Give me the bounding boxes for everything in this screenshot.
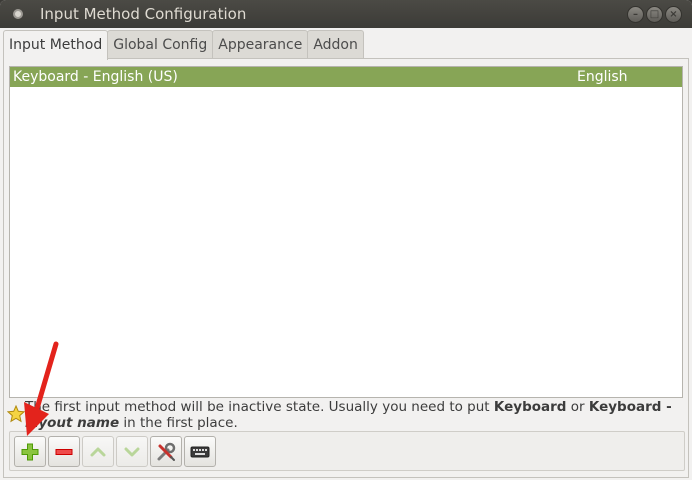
maximize-button[interactable]: □ xyxy=(646,6,663,23)
list-item[interactable]: Keyboard - English (US) English xyxy=(10,67,682,87)
window-title: Input Method Configuration xyxy=(40,5,247,23)
star-icon xyxy=(7,405,25,423)
tab-appearance[interactable]: Appearance xyxy=(212,30,309,59)
chevron-up-icon xyxy=(90,447,106,457)
input-method-list[interactable]: Keyboard - English (US) English xyxy=(9,66,683,398)
info-layout-name: layout name xyxy=(25,415,120,431)
input-method-name: Keyboard - English (US) xyxy=(13,69,178,85)
info-text-2: or xyxy=(566,399,589,415)
move-down-button[interactable] xyxy=(116,436,148,467)
add-input-method-button[interactable] xyxy=(14,436,46,467)
info-message: The first input method will be inactive … xyxy=(25,399,685,431)
input-method-config-window: Input Method Configuration – □ × Input M… xyxy=(0,0,692,480)
input-method-toolbar xyxy=(9,431,685,471)
keyboard-icon xyxy=(190,446,210,458)
info-bold-keyboard: Keyboard xyxy=(493,399,567,415)
tab-addon[interactable]: Addon xyxy=(307,30,364,59)
app-icon xyxy=(13,9,23,19)
chevron-down-icon xyxy=(124,447,140,457)
info-text-1: The first input method will be inactive … xyxy=(25,399,494,415)
remove-input-method-button[interactable] xyxy=(48,436,80,467)
title-bar[interactable]: Input Method Configuration – □ × xyxy=(0,0,692,28)
plus-icon xyxy=(21,443,39,461)
close-button[interactable]: × xyxy=(665,6,682,23)
info-text-3: in the first place. xyxy=(119,415,238,431)
minus-icon xyxy=(55,449,73,455)
move-up-button[interactable] xyxy=(82,436,114,467)
tab-global-config[interactable]: Global Config xyxy=(107,30,214,59)
info-bold-keyboard-dash: Keyboard - xyxy=(588,399,672,415)
tab-input-method[interactable]: Input Method xyxy=(3,30,109,60)
keyboard-layout-button[interactable] xyxy=(184,436,216,467)
wrench-screwdriver-icon xyxy=(157,442,176,461)
tab-bar: Input Method Global Config Appearance Ad… xyxy=(3,30,364,60)
tab-content-input-method: Keyboard - English (US) English The firs… xyxy=(3,58,689,478)
minimize-button[interactable]: – xyxy=(627,6,644,23)
configure-input-method-button[interactable] xyxy=(150,436,182,467)
input-method-language: English xyxy=(577,69,628,85)
